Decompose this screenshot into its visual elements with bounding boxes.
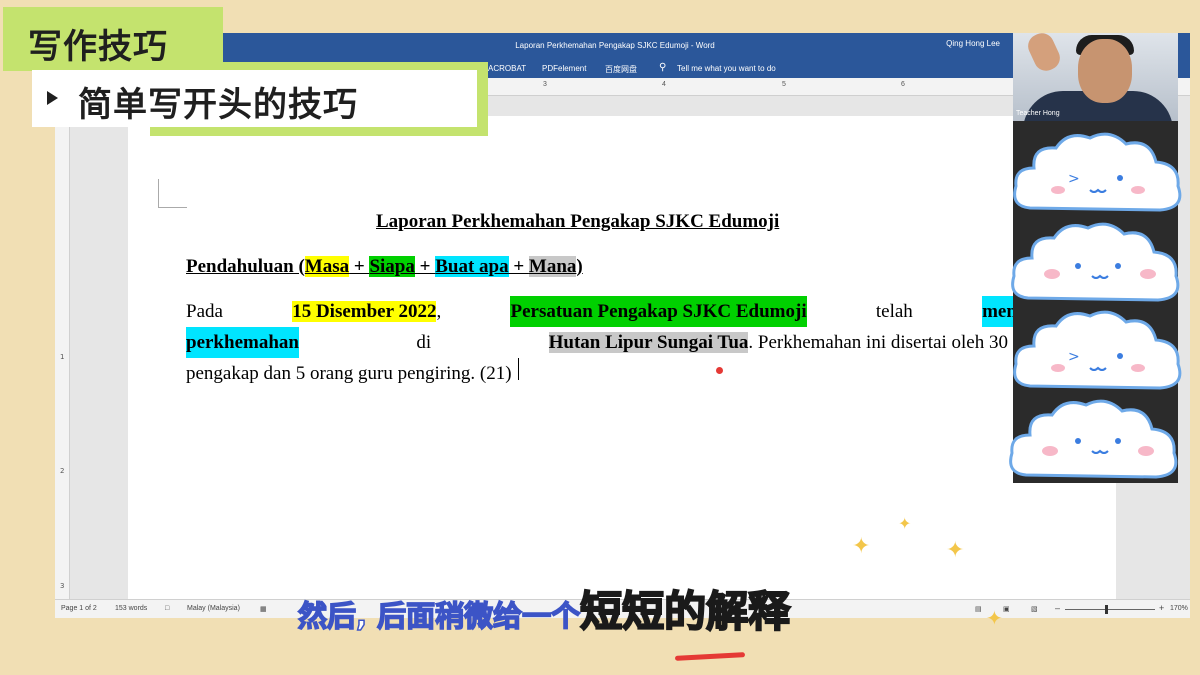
date-phrase: 15 Disember 2022,: [292, 296, 441, 327]
lightbulb-icon[interactable]: ⚲: [659, 62, 666, 73]
teacher-head: [1078, 39, 1132, 103]
user-name[interactable]: Qing Hong Lee: [946, 39, 1000, 48]
print-layout-icon[interactable]: ▣: [1003, 605, 1010, 613]
date-highlight: 15 Disember 2022: [292, 301, 437, 322]
svg-text:>: >: [1068, 349, 1080, 365]
ruler-number: 2: [60, 467, 65, 475]
word-pada: Pada: [186, 301, 223, 322]
word-di: di: [416, 332, 432, 353]
activity-highlight-part2: perkhemahan: [186, 327, 299, 358]
svg-text:>: >: [1068, 171, 1080, 187]
heading-prefix: Pendahuluan (: [186, 256, 305, 277]
heading-masa: Masa: [304, 256, 350, 277]
text-cursor: [517, 358, 519, 380]
cloud-sticker-icon: >: [1013, 310, 1182, 390]
paragraph-line-3: pengakap dan 5 orang guru pengiring. (21…: [186, 358, 1056, 389]
tab-baidu[interactable]: 百度网盘: [605, 64, 637, 75]
ruler-number: 3: [543, 81, 547, 88]
web-layout-icon[interactable]: ▧: [1031, 605, 1038, 613]
zoom-out-button[interactable]: –: [1055, 603, 1060, 613]
sparkle-icon: ✦: [898, 514, 912, 533]
paragraph-line-2: perkhemahan di Hutan Lipur Sungai Tua. P…: [186, 327, 1056, 358]
cloud-sticker-icon: [1011, 222, 1180, 302]
sparkle-icon: ✦: [852, 534, 871, 559]
zoom-slider-thumb[interactable]: [1105, 605, 1108, 614]
heading-buat-apa: Buat apa: [435, 256, 509, 277]
tab-acrobat[interactable]: ACROBAT: [488, 64, 526, 73]
tab-pdfelement[interactable]: PDFelement: [542, 64, 586, 73]
heading-plus: +: [508, 256, 529, 277]
sparkle-icon: ✦: [946, 538, 965, 563]
read-mode-icon[interactable]: ▤: [975, 605, 982, 613]
banner-writing-skills-text: 写作技巧: [28, 27, 168, 67]
ruler-number: 1: [60, 353, 65, 361]
heading-suffix: ): [576, 256, 583, 277]
ruler-number: 3: [60, 582, 65, 590]
subtitle-underline: [674, 652, 746, 661]
ruler-number: 4: [662, 81, 666, 88]
vertical-ruler[interactable]: 1 2 3: [55, 95, 70, 600]
heading-plus: +: [349, 256, 370, 277]
word-telah: telah: [875, 301, 913, 322]
place-phrase: Hutan Lipur Sungai Tua. Perkhemahan ini …: [548, 327, 1056, 358]
zoom-slider[interactable]: [1065, 609, 1155, 610]
window-title: Laporan Perkhemahan Pengakap SJKC Edumoj…: [515, 41, 715, 50]
play-triangle-icon: [47, 91, 58, 105]
banner-opening-tips: 简单写开头的技巧: [32, 70, 477, 127]
tell-me-search[interactable]: Tell me what you want to do: [677, 64, 776, 73]
section-heading: Pendahuluan (Masa + Siapa + Buat apa + M…: [186, 256, 583, 278]
word-count[interactable]: 153 words: [115, 605, 147, 612]
document-title: Laporan Perkhemahan Pengakap SJKC Edumoj…: [376, 211, 780, 232]
ruler-number: 5: [782, 81, 786, 88]
cloud-sticker-icon: [1009, 399, 1178, 479]
heading-mana: Mana: [528, 256, 577, 277]
ruler-number: 6: [901, 81, 905, 88]
video-subtitle: 然后, 后面稍微给一个短短的解释: [297, 578, 791, 639]
page-count[interactable]: Page 1 of 2: [61, 605, 97, 612]
teacher-label: Teacher Hong: [1016, 110, 1060, 117]
line3-text: pengakap dan 5 orang guru pengiring. (21…: [186, 363, 512, 384]
zoom-level[interactable]: 170%: [1170, 605, 1188, 612]
subtitle-emphasis: 短短的解释: [579, 586, 791, 637]
subtitle-plain: 然后, 后面稍微给一个: [297, 598, 581, 634]
organization-highlight: Persatuan Pengakap SJKC Edumoji: [510, 296, 807, 327]
comma: ,: [436, 301, 442, 322]
proofing-icon[interactable]: □: [165, 605, 169, 612]
intro-paragraph: Pada 15 Disember 2022, Persatuan Pengaka…: [186, 296, 1111, 389]
margin-corner-mark: [158, 179, 187, 208]
cloud-sticker-icon: >: [1013, 132, 1182, 212]
sparkle-icon: ✦: [986, 606, 1003, 630]
document-page[interactable]: Laporan Perkhemahan Pengakap SJKC Edumoj…: [128, 116, 1116, 616]
mouse-pointer-marker: [716, 367, 723, 374]
paragraph-line-1: Pada 15 Disember 2022, Persatuan Pengaka…: [186, 296, 1056, 327]
banner-opening-tips-text: 简单写开头的技巧: [78, 85, 358, 125]
heading-plus: +: [414, 256, 436, 277]
language-indicator[interactable]: Malay (Malaysia): [187, 605, 240, 612]
teacher-webcam: Teacher Hong: [1013, 33, 1178, 121]
macro-icon[interactable]: ▦: [260, 605, 267, 613]
place-highlight: Hutan Lipur Sungai Tua: [548, 332, 749, 353]
heading-siapa: Siapa: [369, 256, 415, 277]
zoom-in-button[interactable]: +: [1159, 603, 1164, 613]
